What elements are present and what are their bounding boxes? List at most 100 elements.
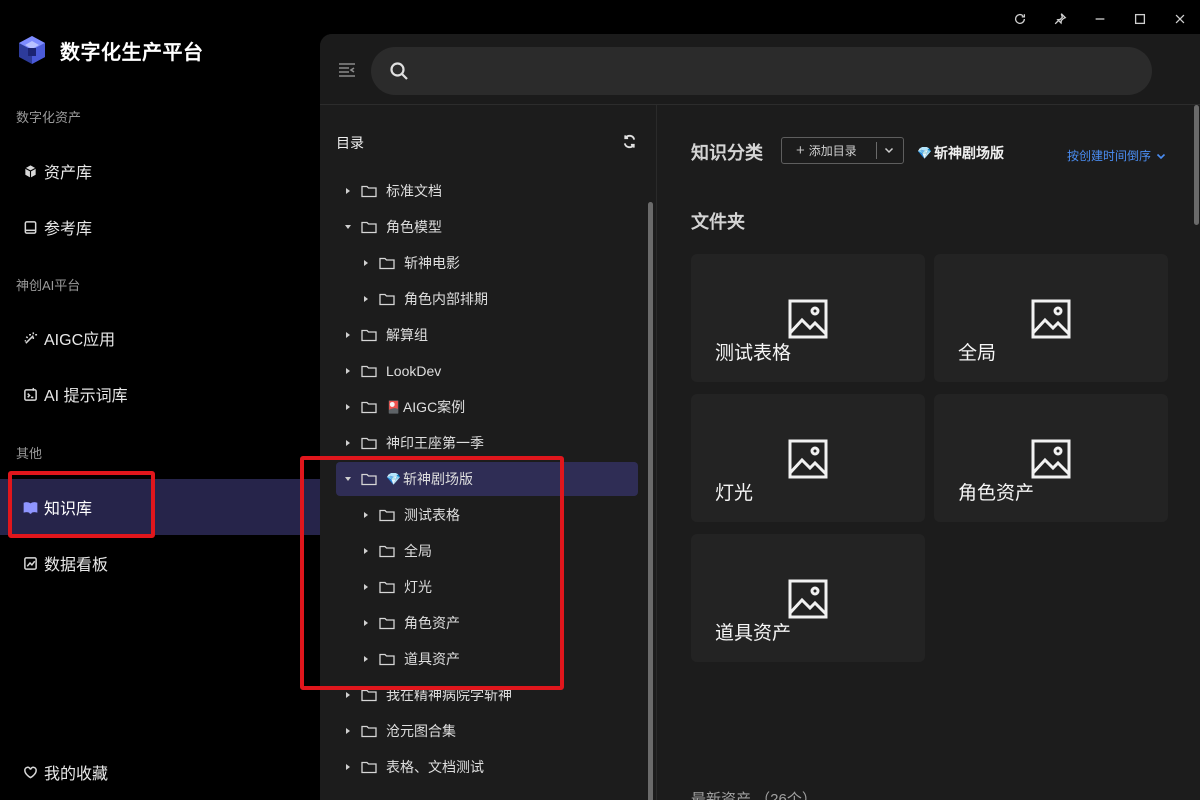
tree-node[interactable]: 🎴 AIGC案例: [336, 390, 638, 424]
caret-right-icon[interactable]: [361, 654, 371, 664]
close-icon: [1175, 14, 1185, 24]
caret-right-icon[interactable]: [343, 690, 353, 700]
tree-node-label: 神印王座第一季: [386, 435, 484, 451]
folder-icon: [379, 544, 395, 558]
heart-icon: [22, 764, 38, 780]
tree-node[interactable]: 标准文档: [336, 174, 638, 208]
tree-node[interactable]: 我在精神病院学斩神: [336, 678, 638, 712]
tree-node[interactable]: 💎 斩神剧场版: [336, 462, 638, 496]
tree-node[interactable]: 角色模型: [336, 210, 638, 244]
tree-node[interactable]: 角色内部排期: [336, 282, 638, 316]
folder-card-label: 测试表格: [715, 343, 792, 364]
sidebar-item-prompt-library[interactable]: AI 提示词库: [0, 366, 320, 422]
node-emoji-icon: 💎: [386, 472, 401, 486]
plus-icon: +: [796, 142, 805, 159]
tree-node[interactable]: 解算组: [336, 318, 638, 352]
folder-icon: [379, 652, 395, 666]
caret-down-icon[interactable]: [343, 474, 353, 484]
tree-node-label: 斩神电影: [404, 255, 460, 271]
sidebar-item-aigc-app[interactable]: AIGC应用: [0, 310, 320, 366]
search-input[interactable]: [421, 57, 1125, 87]
folder-icon: [361, 436, 377, 450]
tree-node-label: 标准文档: [386, 183, 442, 199]
caret-right-icon[interactable]: [343, 186, 353, 196]
folder-card-label: 灯光: [715, 483, 754, 504]
tree-node[interactable]: 角色资产: [336, 606, 638, 640]
caret-right-icon[interactable]: [343, 726, 353, 736]
folder-card[interactable]: 灯光: [691, 394, 925, 522]
tree-node[interactable]: 测试表格: [336, 498, 638, 532]
magic-wand-icon: [22, 330, 38, 346]
section-label-digital-assets: 数字化资产: [16, 110, 82, 125]
add-directory-button[interactable]: + 添加目录: [781, 137, 904, 164]
tree-scrollbar[interactable]: [648, 202, 653, 800]
sidebar-item-label: 参考库: [44, 221, 93, 238]
sidebar-item-asset-library[interactable]: 资产库: [0, 143, 320, 199]
folder-icon: [361, 724, 377, 738]
tree-node-label: 沧元图合集: [386, 723, 456, 739]
folder-card[interactable]: 全局: [934, 254, 1168, 382]
tree-node-label: 我在精神病院学斩神: [386, 687, 512, 703]
caret-down-icon[interactable]: [343, 222, 353, 232]
folder-card[interactable]: 道具资产: [691, 534, 925, 662]
caret-right-icon[interactable]: [361, 618, 371, 628]
close-button[interactable]: [1160, 6, 1200, 32]
caret-right-icon[interactable]: [343, 762, 353, 772]
tree-node-label: 角色资产: [404, 615, 460, 631]
tree-node[interactable]: 斩神电影: [336, 246, 638, 280]
tree-node-label: LookDev: [386, 363, 442, 379]
folder-icon: [361, 472, 377, 486]
sort-dropdown[interactable]: 按创建时间倒序: [1067, 147, 1166, 164]
tree-node[interactable]: 沧元图合集: [336, 714, 638, 748]
app-title: 数字化生产平台: [60, 41, 204, 64]
tree-node[interactable]: 表格、文档测试: [336, 750, 638, 784]
tree-node[interactable]: LookDev: [336, 354, 638, 388]
cube-icon: [22, 163, 38, 179]
tree-node[interactable]: 神印王座第一季: [336, 426, 638, 460]
folder-card[interactable]: 角色资产: [934, 394, 1168, 522]
folder-icon: [361, 400, 377, 414]
sort-label: 按创建时间倒序: [1067, 149, 1152, 163]
tree-node-label: 角色模型: [386, 219, 442, 235]
tree-refresh-button[interactable]: [622, 134, 638, 150]
content-scrollbar[interactable]: [1194, 105, 1199, 225]
sidebar-item-favorites[interactable]: 我的收藏: [0, 744, 320, 800]
sidebar-item-label: AI 提示词库: [44, 388, 128, 405]
brand[interactable]: 数字化生产平台: [16, 34, 204, 66]
sidebar-item-label: 知识库: [44, 501, 93, 518]
sidebar-item-data-dashboard[interactable]: 数据看板: [0, 535, 320, 591]
sidebar-item-reference-library[interactable]: 参考库: [0, 199, 320, 255]
caret-right-icon[interactable]: [361, 510, 371, 520]
current-category: 💎 斩神剧场版: [917, 143, 1004, 163]
tree-node-label: 表格、文档测试: [386, 759, 484, 775]
caret-right-icon[interactable]: [361, 294, 371, 304]
pin-button[interactable]: [1040, 6, 1080, 32]
caret-right-icon[interactable]: [361, 546, 371, 556]
tree-node-label: 道具资产: [404, 651, 460, 667]
search-bar[interactable]: [371, 47, 1152, 95]
tree-node[interactable]: 灯光: [336, 570, 638, 604]
caret-right-icon[interactable]: [361, 258, 371, 268]
tree-node[interactable]: 道具资产: [336, 642, 638, 676]
caret-right-icon[interactable]: [343, 402, 353, 412]
tree-node[interactable]: 全局: [336, 534, 638, 568]
refresh-window-button[interactable]: [1000, 6, 1040, 32]
folder-card-label: 道具资产: [715, 623, 792, 644]
sidebar-item-knowledge-base[interactable]: 知识库: [0, 479, 320, 535]
caret-right-icon[interactable]: [361, 582, 371, 592]
minimize-button[interactable]: [1080, 6, 1120, 32]
folder-icon: [361, 220, 377, 234]
chevron-down-icon[interactable]: [883, 144, 895, 156]
folder-icon: [361, 184, 377, 198]
caret-right-icon[interactable]: [343, 330, 353, 340]
folder-card-label: 全局: [958, 343, 997, 364]
maximize-button[interactable]: [1120, 6, 1160, 32]
tree-node-label: 斩神剧场版: [402, 471, 473, 487]
caret-right-icon[interactable]: [343, 438, 353, 448]
folder-card[interactable]: 测试表格: [691, 254, 925, 382]
pin-icon: [1054, 13, 1067, 25]
caret-right-icon[interactable]: [343, 366, 353, 376]
tree-node-label: 角色内部排期: [404, 291, 488, 307]
open-book-icon: [22, 499, 38, 515]
collapse-sidebar-button[interactable]: [338, 62, 356, 78]
